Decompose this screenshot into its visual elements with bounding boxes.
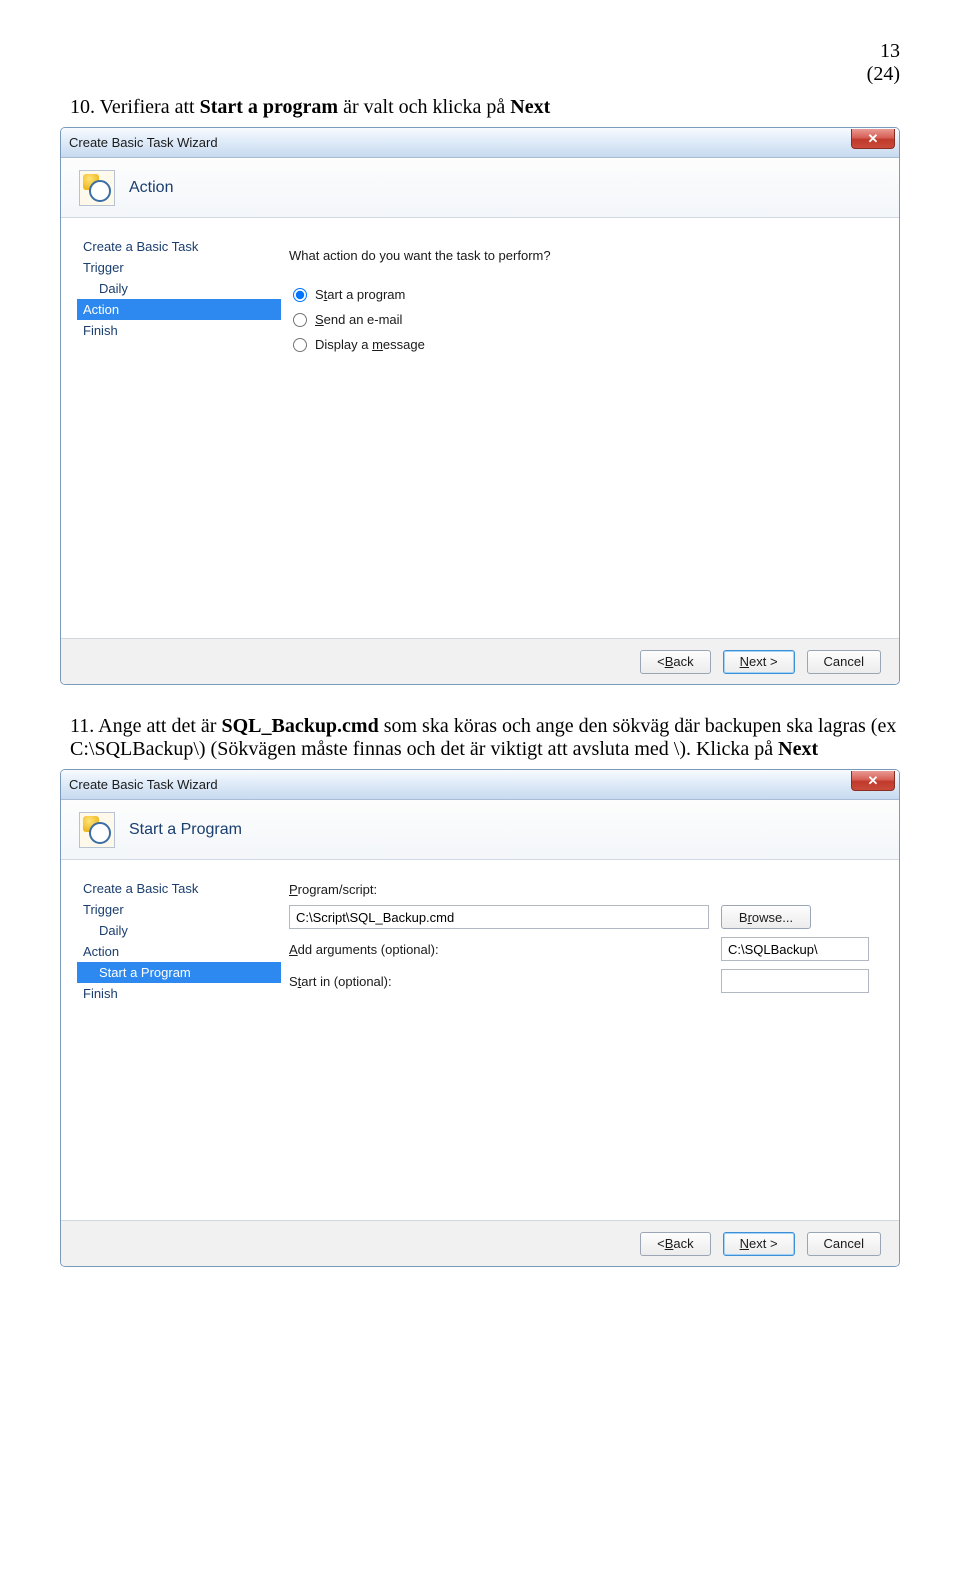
sidebar-item-daily[interactable]: Daily (77, 278, 281, 299)
titlebar[interactable]: Create Basic Task Wizard ✕ (61, 128, 899, 158)
radio-display-message[interactable]: Display a message (293, 337, 869, 352)
wizard-sidebar: Create a Basic Task Trigger Daily Action… (61, 860, 281, 1220)
start-in-input[interactable] (721, 969, 869, 993)
next-button[interactable]: Next > (723, 1232, 795, 1256)
add-arguments-input[interactable] (721, 937, 869, 961)
wizard-header: Start a Program (61, 800, 899, 860)
cancel-button[interactable]: Cancel (807, 1232, 881, 1256)
browse-button[interactable]: Browse... (721, 905, 811, 929)
radio-send-email-input[interactable] (293, 313, 307, 327)
wizard-sidebar: Create a Basic Task Trigger Daily Action… (61, 218, 281, 638)
close-icon: ✕ (868, 131, 879, 147)
radio-display-message-input[interactable] (293, 338, 307, 352)
cancel-button[interactable]: Cancel (807, 650, 881, 674)
window-title: Create Basic Task Wizard (69, 777, 218, 792)
wizard-header-title: Start a Program (129, 821, 242, 839)
wizard-start-program: Create Basic Task Wizard ✕ Start a Progr… (60, 769, 900, 1267)
sidebar-item-action[interactable]: Action (77, 941, 281, 962)
wizard-footer: < Back Next > Cancel (61, 1220, 899, 1266)
next-button[interactable]: Next > (723, 650, 795, 674)
sidebar-item-finish[interactable]: Finish (77, 320, 281, 341)
sidebar-item-create[interactable]: Create a Basic Task (77, 236, 281, 257)
program-script-label: Program/script: (289, 882, 499, 897)
radio-start-program-label: Start a program (315, 287, 405, 302)
task-wizard-icon (79, 170, 115, 206)
action-question: What action do you want the task to perf… (289, 248, 869, 263)
window-title: Create Basic Task Wizard (69, 135, 218, 150)
close-button[interactable]: ✕ (851, 771, 895, 791)
instruction-10: 10. Verifiera att Start a program är val… (70, 96, 900, 119)
instruction-11: 11. Ange att det är SQL_Backup.cmd som s… (70, 715, 900, 761)
sidebar-item-trigger[interactable]: Trigger (77, 899, 281, 920)
sidebar-item-create[interactable]: Create a Basic Task (77, 878, 281, 899)
close-icon: ✕ (868, 773, 879, 789)
titlebar[interactable]: Create Basic Task Wizard ✕ (61, 770, 899, 800)
wizard-footer: < Back Next > Cancel (61, 638, 899, 684)
wizard-action: Create Basic Task Wizard ✕ Action Create… (60, 127, 900, 685)
program-script-input[interactable] (289, 905, 709, 929)
wizard-header-title: Action (129, 179, 173, 197)
back-button[interactable]: < Back (640, 650, 711, 674)
radio-display-message-label: Display a message (315, 337, 425, 352)
back-button[interactable]: < Back (640, 1232, 711, 1256)
radio-start-program-input[interactable] (293, 288, 307, 302)
sidebar-item-start-program[interactable]: Start a Program (77, 962, 281, 983)
sidebar-item-trigger[interactable]: Trigger (77, 257, 281, 278)
sidebar-item-action[interactable]: Action (77, 299, 281, 320)
close-button[interactable]: ✕ (851, 129, 895, 149)
page-number: 13 (24) (60, 40, 900, 86)
add-arguments-label: Add arguments (optional): (289, 942, 499, 957)
start-in-label: Start in (optional): (289, 974, 499, 989)
sidebar-item-finish[interactable]: Finish (77, 983, 281, 1004)
radio-send-email[interactable]: Send an e-mail (293, 312, 869, 327)
sidebar-item-daily[interactable]: Daily (77, 920, 281, 941)
radio-send-email-label: Send an e-mail (315, 312, 402, 327)
radio-start-program[interactable]: Start a program (293, 287, 869, 302)
wizard-header: Action (61, 158, 899, 218)
task-wizard-icon (79, 812, 115, 848)
